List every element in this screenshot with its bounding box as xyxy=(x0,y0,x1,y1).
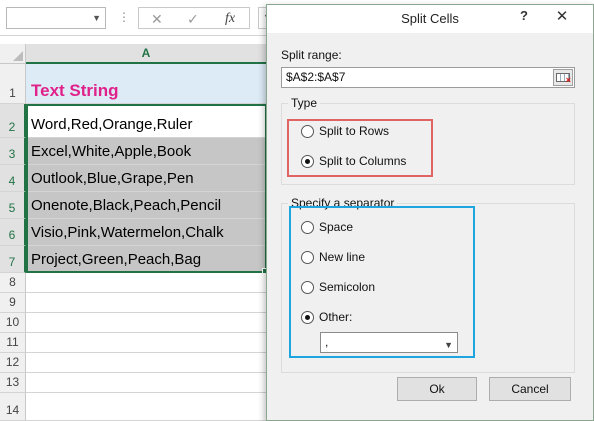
type-group-legend: Type xyxy=(288,96,321,110)
select-all-corner[interactable] xyxy=(0,44,26,64)
confirm-entry-icon[interactable]: ✓ xyxy=(187,9,199,29)
row-header[interactable]: 6 xyxy=(0,219,26,246)
select-all-icon xyxy=(13,51,23,61)
grip-dots-icon: ⋮ xyxy=(118,10,130,24)
table-row[interactable] xyxy=(26,353,267,373)
close-icon[interactable]: ✕ xyxy=(551,7,573,27)
table-row[interactable]: Outlook,Blue,Grape,Pen xyxy=(26,165,267,192)
insert-function-icon[interactable]: fx xyxy=(225,9,235,29)
dialog-titlebar[interactable]: Split Cells ? ✕ xyxy=(267,5,593,33)
header-cell-text: Text String xyxy=(31,81,119,100)
split-range-input[interactable]: $A$2:$A$7 xyxy=(281,67,575,88)
row-header[interactable]: 14 xyxy=(0,393,26,421)
range-x-icon: × xyxy=(565,75,571,85)
type-highlight-box xyxy=(287,119,433,177)
row-header[interactable]: 9 xyxy=(0,293,26,313)
row-header[interactable]: 1 xyxy=(0,64,26,104)
row-header[interactable]: 2 xyxy=(0,104,26,138)
formula-buttons: ✕ ✓ fx xyxy=(138,7,250,29)
split-range-value: $A$2:$A$7 xyxy=(286,70,346,84)
row-header[interactable]: 10 xyxy=(0,313,26,333)
cancel-button[interactable]: Cancel xyxy=(489,377,571,401)
row-header[interactable]: 12 xyxy=(0,353,26,373)
ok-button[interactable]: Ok xyxy=(397,377,477,401)
row-header[interactable]: 11 xyxy=(0,333,26,353)
table-row[interactable]: Text String xyxy=(26,64,267,104)
row-header[interactable]: 5 xyxy=(0,192,26,219)
table-row[interactable]: Excel,White,Apple,Book xyxy=(26,138,267,165)
dialog-title: Split Cells xyxy=(401,11,459,26)
name-box[interactable]: ▼ xyxy=(6,7,106,29)
row-header[interactable]: 4 xyxy=(0,165,26,192)
table-row[interactable]: Visio,Pink,Watermelon,Chalk xyxy=(26,219,267,246)
row-header[interactable]: 8 xyxy=(0,273,26,293)
cancel-entry-icon[interactable]: ✕ xyxy=(151,9,163,29)
chevron-down-icon[interactable]: ▼ xyxy=(92,13,101,23)
table-row[interactable]: Word,Red,Orange,Ruler xyxy=(26,104,267,138)
table-row[interactable] xyxy=(26,373,267,393)
table-row[interactable] xyxy=(26,273,267,293)
table-row[interactable] xyxy=(26,293,267,313)
table-row[interactable]: Onenote,Black,Peach,Pencil xyxy=(26,192,267,219)
range-select-button[interactable]: × xyxy=(553,69,573,86)
separator-highlight-box xyxy=(289,206,475,358)
row-header[interactable]: 3 xyxy=(0,138,26,165)
column-header-a[interactable]: A xyxy=(26,44,267,64)
table-row[interactable] xyxy=(26,333,267,353)
help-icon[interactable]: ? xyxy=(520,8,528,23)
row-header[interactable]: 7 xyxy=(0,246,26,273)
split-range-label: Split range: xyxy=(281,48,342,62)
table-row[interactable] xyxy=(26,313,267,333)
table-row[interactable] xyxy=(26,393,267,421)
table-row[interactable]: Project,Green,Peach,Bag xyxy=(26,246,267,273)
screenshot-stage: { "formula_bar": { "name_box_value": "",… xyxy=(0,0,594,421)
row-header[interactable]: 13 xyxy=(0,373,26,393)
